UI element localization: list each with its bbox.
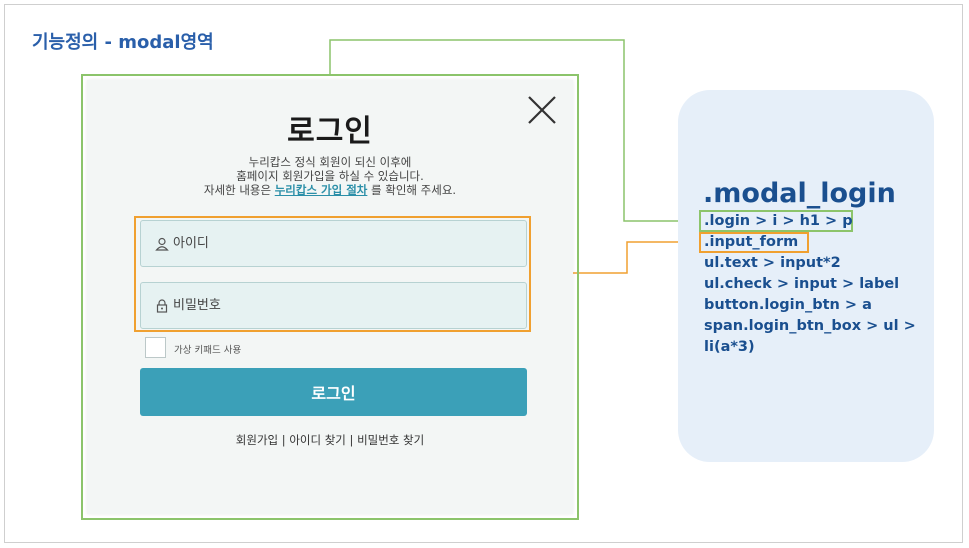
password-input[interactable] (173, 283, 513, 328)
annotation-line: li(a*3) (704, 339, 755, 355)
description-suffix: 를 확인해 주세요. (371, 183, 457, 197)
id-input[interactable] (173, 221, 513, 266)
link-separator: | (281, 433, 286, 447)
annotation-line: ul.text > input*2 (704, 255, 841, 271)
bottom-links: 회원가입 | 아이디 찾기 | 비밀번호 찾기 (87, 432, 573, 448)
annotation-line: .login > i > h1 > p (704, 213, 853, 229)
login-button[interactable]: 로그인 (140, 368, 527, 416)
password-field[interactable] (140, 282, 527, 329)
id-field[interactable] (140, 220, 527, 267)
page-title: 기능정의 - modal영역 (32, 32, 214, 53)
annotation-title: .modal_login (703, 178, 896, 209)
user-icon (155, 237, 169, 251)
annotation-line: button.login_btn > a (704, 297, 872, 313)
virtual-keypad-label[interactable]: 가상 키패드 사용 (174, 342, 241, 356)
lock-icon (156, 299, 168, 313)
modal-title: 로그인 (287, 114, 373, 149)
description-line-2: 홈페이지 회원가입을 하실 수 있습니다. (236, 169, 424, 183)
link-separator: | (349, 433, 354, 447)
signup-procedure-link[interactable]: 누리캅스 가입 절차 (275, 183, 368, 197)
find-id-link[interactable]: 아이디 찾기 (289, 433, 346, 447)
description-line-3: 자세한 내용은 누리캅스 가입 절차 를 확인해 주세요. (87, 183, 573, 197)
description-prefix: 자세한 내용은 (203, 183, 272, 197)
annotation-line: span.login_btn_box > ul > (704, 318, 916, 334)
annotation-line: ul.check > input > label (704, 276, 900, 292)
description-line-1: 누리캅스 정식 회원이 되신 이후에 (248, 155, 412, 169)
find-password-link[interactable]: 비밀번호 찾기 (357, 433, 424, 447)
virtual-keypad-checkbox[interactable] (145, 337, 166, 358)
annotation-line: .input_form (704, 234, 799, 250)
signup-link[interactable]: 회원가입 (236, 433, 278, 447)
